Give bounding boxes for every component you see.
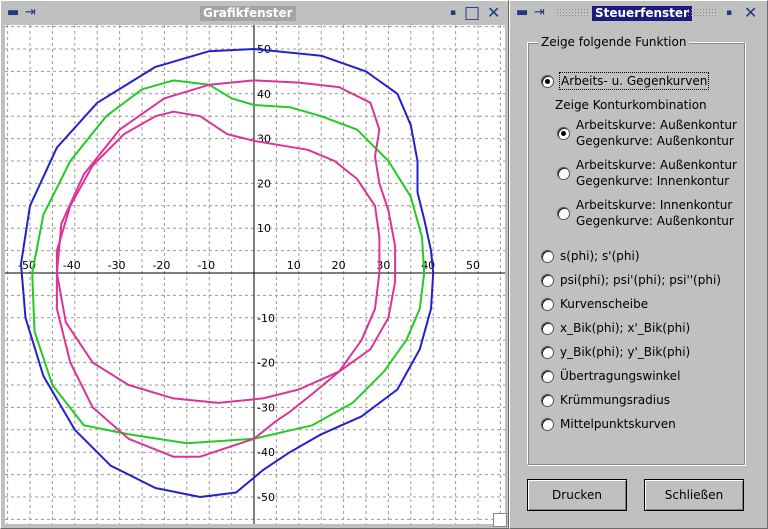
resize-grip[interactable]: [493, 513, 507, 527]
radio-button[interactable]: [541, 369, 554, 383]
kontur-line: Arbeitskurve: Innenkontur: [576, 198, 733, 212]
small-square-icon[interactable]: ▪: [450, 4, 456, 22]
option-y-bik[interactable]: y_Bik(phi); y'_Bik(phi): [541, 344, 690, 360]
close-icon[interactable]: ✕: [744, 4, 757, 22]
radio-button[interactable]: [541, 393, 554, 407]
curve-series: [55, 110, 381, 458]
y-tick-label: -40: [257, 446, 275, 459]
y-tick-label: -20: [257, 357, 275, 370]
graphics-window: ▬ ⇥ Grafikfenster ▪ □ ✕ -60-50-40-30-20-…: [0, 0, 509, 529]
minimize-bar-icon[interactable]: ▬: [516, 4, 528, 22]
x-tick-label: 50: [466, 259, 480, 272]
kontur-option-2[interactable]: Arbeitskurve: Außenkontur Gegenkurve: Inn…: [557, 157, 737, 189]
control-titlebar[interactable]: ▬ ⇥ Steuerfenster ▪ ✕: [510, 1, 767, 25]
option-psi-phi[interactable]: psi(phi); psi'(phi); psi''(phi): [541, 272, 721, 288]
x-tick-label: 10: [287, 259, 301, 272]
radio-button[interactable]: [557, 166, 570, 180]
x-tick-label: -10: [197, 259, 215, 272]
kontur-line: Gegenkurve: Außenkontur: [576, 214, 734, 228]
option-label: Kurvenscheibe: [560, 297, 649, 311]
radio-button[interactable]: [541, 321, 554, 335]
title-grip: [687, 8, 717, 18]
option-label: y_Bik(phi); y'_Bik(phi): [560, 345, 691, 359]
window-title: Grafikfenster: [200, 6, 296, 21]
y-tick-label: -50: [257, 491, 275, 504]
kontur-option-3[interactable]: Arbeitskurve: Innenkontur Gegenkurve: Auß…: [557, 197, 734, 229]
option-x-bik[interactable]: x_Bik(phi); x'_Bik(phi): [541, 320, 690, 336]
y-tick-label: 20: [257, 177, 271, 190]
close-button[interactable]: Schließen: [644, 479, 744, 511]
curve-series: [55, 79, 397, 404]
option-label: x_Bik(phi); x'_Bik(phi): [560, 321, 691, 335]
option-label: psi(phi); psi'(phi); psi''(phi): [560, 273, 721, 287]
plot-svg: -60-50-40-30-20-1010203040505040302010-1…: [5, 25, 505, 524]
kontur-option-1[interactable]: Arbeitskurve: Außenkontur Gegenkurve: Auß…: [557, 117, 737, 149]
radio-button[interactable]: [541, 273, 554, 287]
y-tick-label: -10: [257, 312, 275, 325]
print-button[interactable]: Drucken: [527, 479, 627, 511]
option-label: Arbeits- u. Gegenkurven: [558, 72, 710, 90]
y-tick-label: -30: [257, 401, 275, 414]
radio-button[interactable]: [541, 417, 554, 431]
window-title: Steuerfenster: [592, 6, 692, 21]
group-label: Zeige folgende Funktion: [538, 35, 690, 49]
option-arbeits-gegenkurven[interactable]: Arbeits- u. Gegenkurven: [541, 72, 710, 90]
option-kruemmungsradius[interactable]: Krümmungsradius: [541, 392, 670, 408]
pin-icon[interactable]: ⇥: [25, 4, 36, 22]
y-tick-label: 10: [257, 222, 271, 235]
option-label: Übertragungswinkel: [560, 369, 681, 383]
kontur-line: Arbeitskurve: Außenkontur: [576, 158, 737, 172]
radio-button[interactable]: [541, 345, 554, 359]
option-mittelpunktskurven[interactable]: Mittelpunktskurven: [541, 416, 676, 432]
option-label: s(phi); s'(phi): [560, 249, 640, 263]
control-window: ▬ ⇥ Steuerfenster ▪ ✕ Zeige folgende Fun…: [509, 0, 768, 529]
kontur-line: Gegenkurve: Außenkontur: [576, 134, 734, 148]
option-s-phi[interactable]: s(phi); s'(phi): [541, 248, 640, 264]
x-tick-label: 20: [332, 259, 346, 272]
radio-button[interactable]: [541, 249, 554, 263]
pin-icon[interactable]: ⇥: [534, 4, 545, 22]
option-label: Mittelpunktskurven: [560, 417, 676, 431]
radio-button[interactable]: [541, 297, 554, 311]
minimize-bar-icon[interactable]: ▬: [7, 4, 19, 22]
option-kurvenscheibe[interactable]: Kurvenscheibe: [541, 296, 648, 312]
kontur-line: Arbeitskurve: Außenkontur: [576, 118, 737, 132]
x-tick-label: -40: [63, 259, 81, 272]
radio-button[interactable]: [541, 74, 554, 88]
radio-button[interactable]: [557, 126, 570, 140]
x-tick-label: -20: [152, 259, 170, 272]
kontur-line: Gegenkurve: Innenkontur: [576, 174, 730, 188]
plot-area: -60-50-40-30-20-1010203040505040302010-1…: [5, 25, 505, 524]
radio-button[interactable]: [557, 206, 570, 220]
x-tick-label: -30: [108, 259, 126, 272]
title-grip: [556, 8, 588, 18]
option-uebertragungswinkel[interactable]: Übertragungswinkel: [541, 368, 680, 384]
close-icon[interactable]: ✕: [487, 4, 500, 22]
small-square-icon[interactable]: ▪: [726, 4, 732, 22]
graphics-titlebar[interactable]: ▬ ⇥ Grafikfenster ▪ □ ✕: [1, 1, 508, 25]
kontur-label: Zeige Konturkombination: [555, 98, 707, 112]
y-tick-label: 40: [257, 88, 271, 101]
option-label: Krümmungsradius: [560, 393, 670, 407]
maximize-icon[interactable]: □: [464, 4, 480, 22]
